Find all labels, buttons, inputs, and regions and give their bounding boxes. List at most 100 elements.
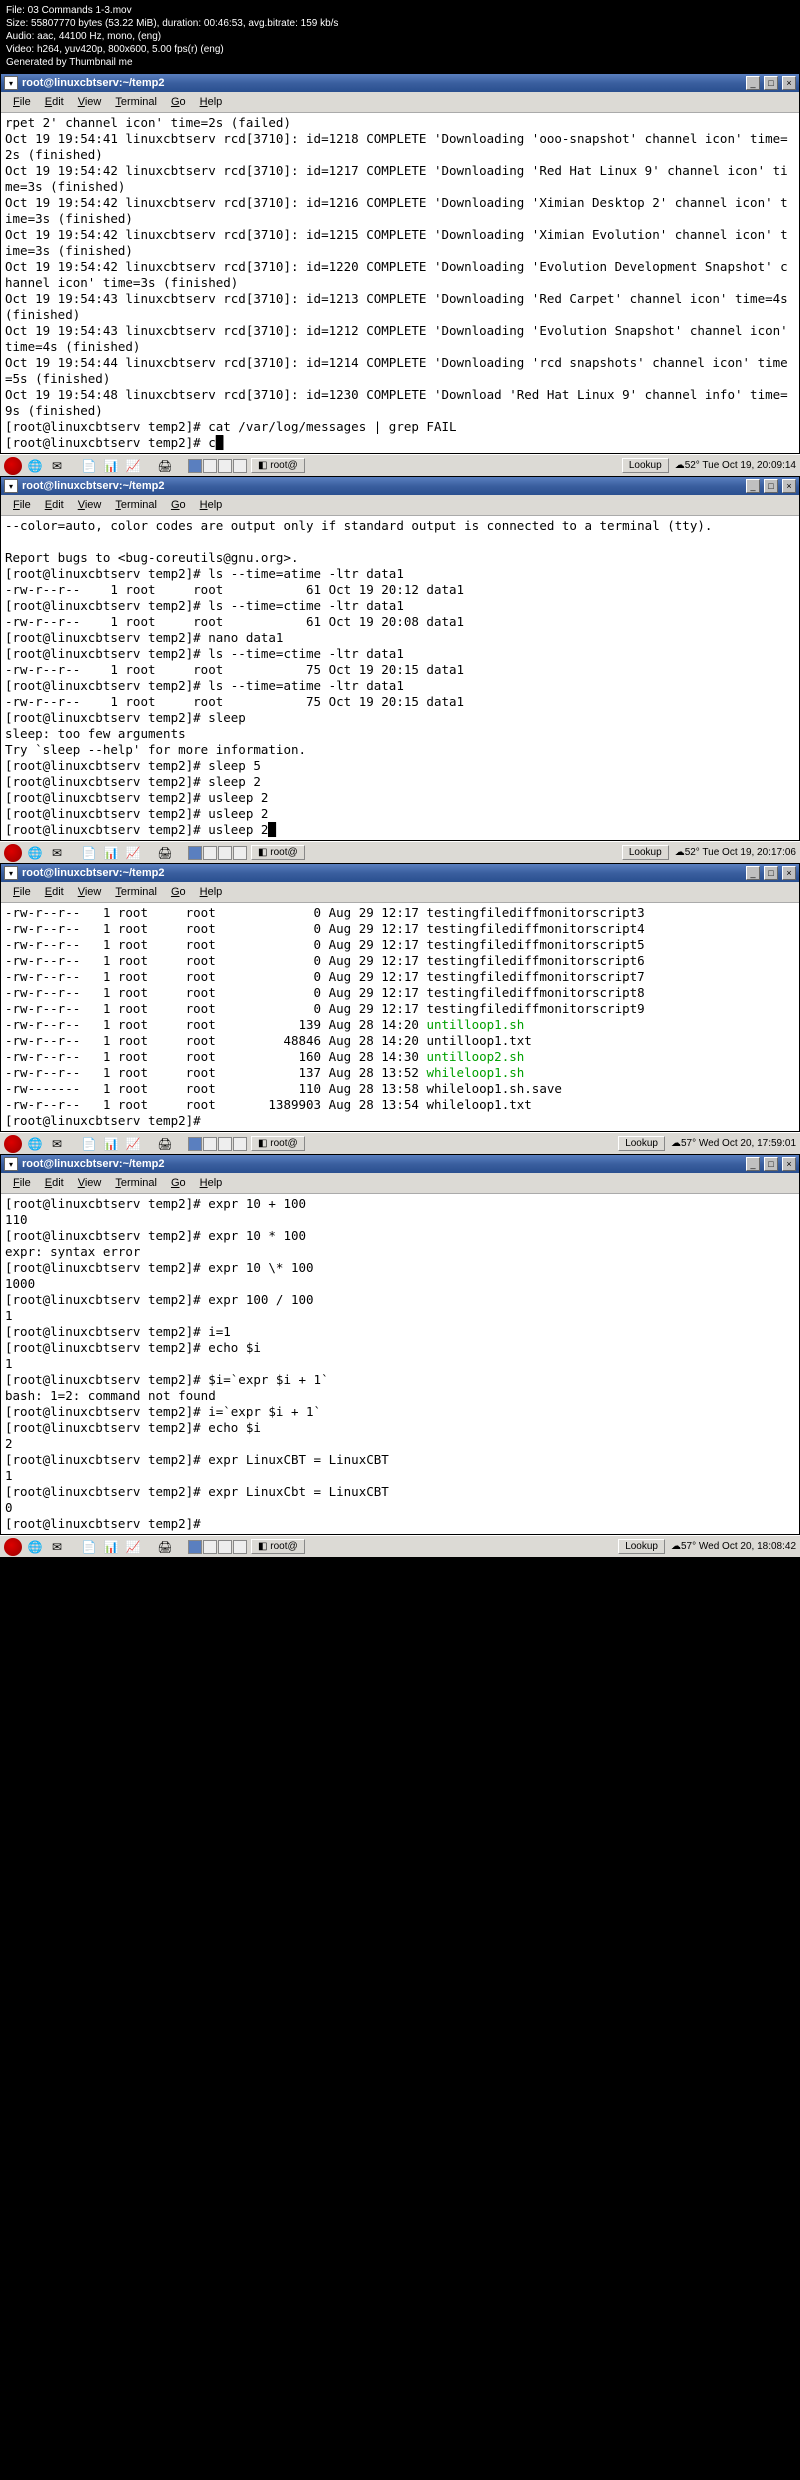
- close-button[interactable]: ×: [782, 479, 796, 493]
- close-button[interactable]: ×: [782, 1157, 796, 1171]
- menu-view[interactable]: View: [72, 1175, 108, 1191]
- menu-go[interactable]: Go: [165, 1175, 192, 1191]
- calc-icon[interactable]: 📈: [124, 844, 142, 862]
- titlebar[interactable]: ▾ root@linuxcbtserv:~/temp2 _ □ ×: [1, 1155, 799, 1173]
- office-icon[interactable]: 📄: [80, 457, 98, 475]
- lookup-button[interactable]: Lookup: [618, 1539, 665, 1554]
- redhat-icon[interactable]: [4, 1135, 22, 1153]
- impress-icon[interactable]: 📊: [102, 457, 120, 475]
- file-name: whileloop1.sh: [426, 1065, 524, 1080]
- file-name: whileloop1.txt: [426, 1097, 531, 1112]
- menu-go[interactable]: Go: [165, 884, 192, 900]
- impress-icon[interactable]: 📊: [102, 1135, 120, 1153]
- menu-go[interactable]: Go: [165, 497, 192, 513]
- menu-file[interactable]: File: [7, 497, 37, 513]
- impress-icon[interactable]: 📊: [102, 1538, 120, 1556]
- menu-help[interactable]: Help: [194, 1175, 229, 1191]
- menubar: File Edit View Terminal Go Help: [1, 92, 799, 113]
- menu-file[interactable]: File: [7, 1175, 37, 1191]
- video-meta: File: 03 Commands 1-3.mov Size: 55807770…: [0, 0, 800, 73]
- lookup-button[interactable]: Lookup: [622, 845, 669, 860]
- minimize-button[interactable]: _: [746, 479, 760, 493]
- close-button[interactable]: ×: [782, 866, 796, 880]
- browser-icon[interactable]: 🌐: [26, 844, 44, 862]
- file-name: untilloop1.sh: [426, 1017, 524, 1032]
- impress-icon[interactable]: 📊: [102, 844, 120, 862]
- terminal-output[interactable]: -rw-r--r-- 1 root root 0 Aug 29 12:17 te…: [1, 903, 799, 1131]
- browser-icon[interactable]: 🌐: [26, 1135, 44, 1153]
- mail-icon[interactable]: ✉: [48, 1538, 66, 1556]
- browser-icon[interactable]: 🌐: [26, 457, 44, 475]
- file-name: testingfilediffmonitorscript3: [426, 905, 644, 920]
- lookup-button[interactable]: Lookup: [618, 1136, 665, 1151]
- cursor-icon: █: [268, 822, 276, 837]
- terminal-output[interactable]: [root@linuxcbtserv temp2]# expr 10 + 100…: [1, 1194, 799, 1534]
- minimize-button[interactable]: _: [746, 76, 760, 90]
- menu-edit[interactable]: Edit: [39, 94, 70, 110]
- minimize-button[interactable]: _: [746, 866, 760, 880]
- terminal-output[interactable]: --color=auto, color codes are output onl…: [1, 516, 799, 840]
- browser-icon[interactable]: 🌐: [26, 1538, 44, 1556]
- calc-icon[interactable]: 📈: [124, 1538, 142, 1556]
- window-icon: ▾: [4, 76, 18, 90]
- redhat-icon[interactable]: [4, 844, 22, 862]
- task-button[interactable]: ◧ root@: [251, 845, 305, 860]
- calc-icon[interactable]: 📈: [124, 1135, 142, 1153]
- print-icon[interactable]: 🖨: [156, 844, 174, 862]
- meta-video: Video: h264, yuv420p, 800x600, 5.00 fps(…: [6, 43, 794, 56]
- window-title: root@linuxcbtserv:~/temp2: [22, 1158, 742, 1170]
- terminal-window-4: ▾ root@linuxcbtserv:~/temp2 _ □ × File E…: [0, 1154, 800, 1535]
- maximize-button[interactable]: □: [764, 1157, 778, 1171]
- titlebar[interactable]: ▾ root@linuxcbtserv:~/temp2 _ □ ×: [1, 864, 799, 882]
- menu-file[interactable]: File: [7, 94, 37, 110]
- terminal-text: [root@linuxcbtserv temp2]# expr 10 + 100…: [5, 1196, 389, 1531]
- menu-help[interactable]: Help: [194, 94, 229, 110]
- task-button[interactable]: ◧ root@: [251, 458, 305, 473]
- redhat-icon[interactable]: [4, 457, 22, 475]
- workspace-switcher[interactable]: [188, 1137, 247, 1151]
- file-name: testingfilediffmonitorscript8: [426, 985, 644, 1000]
- menu-help[interactable]: Help: [194, 884, 229, 900]
- workspace-switcher[interactable]: [188, 459, 247, 473]
- titlebar[interactable]: ▾ root@linuxcbtserv:~/temp2 _ □ ×: [1, 477, 799, 495]
- office-icon[interactable]: 📄: [80, 1135, 98, 1153]
- menu-terminal[interactable]: Terminal: [109, 1175, 163, 1191]
- menu-file[interactable]: File: [7, 884, 37, 900]
- menu-help[interactable]: Help: [194, 497, 229, 513]
- minimize-button[interactable]: _: [746, 1157, 760, 1171]
- redhat-icon[interactable]: [4, 1538, 22, 1556]
- maximize-button[interactable]: □: [764, 76, 778, 90]
- menu-view[interactable]: View: [72, 94, 108, 110]
- task-button[interactable]: ◧ root@: [251, 1136, 305, 1151]
- workspace-switcher[interactable]: [188, 1540, 247, 1554]
- print-icon[interactable]: 🖨: [156, 457, 174, 475]
- workspace-switcher[interactable]: [188, 846, 247, 860]
- close-button[interactable]: ×: [782, 76, 796, 90]
- office-icon[interactable]: 📄: [80, 1538, 98, 1556]
- menu-terminal[interactable]: Terminal: [109, 94, 163, 110]
- menu-terminal[interactable]: Terminal: [109, 884, 163, 900]
- office-icon[interactable]: 📄: [80, 844, 98, 862]
- meta-size: Size: 55807770 bytes (53.22 MiB), durati…: [6, 17, 794, 30]
- mail-icon[interactable]: ✉: [48, 457, 66, 475]
- titlebar[interactable]: ▾ root@linuxcbtserv:~/temp2 _ □ ×: [1, 74, 799, 92]
- menu-view[interactable]: View: [72, 884, 108, 900]
- mail-icon[interactable]: ✉: [48, 844, 66, 862]
- menu-edit[interactable]: Edit: [39, 497, 70, 513]
- calc-icon[interactable]: 📈: [124, 457, 142, 475]
- maximize-button[interactable]: □: [764, 479, 778, 493]
- menu-edit[interactable]: Edit: [39, 1175, 70, 1191]
- menu-terminal[interactable]: Terminal: [109, 497, 163, 513]
- terminal-output[interactable]: rpet 2' channel icon' time=2s (failed) O…: [1, 113, 799, 453]
- menu-view[interactable]: View: [72, 497, 108, 513]
- window-title: root@linuxcbtserv:~/temp2: [22, 867, 742, 879]
- lookup-button[interactable]: Lookup: [622, 458, 669, 473]
- print-icon[interactable]: 🖨: [156, 1135, 174, 1153]
- print-icon[interactable]: 🖨: [156, 1538, 174, 1556]
- file-name: testingfilediffmonitorscript9: [426, 1001, 644, 1016]
- maximize-button[interactable]: □: [764, 866, 778, 880]
- menu-go[interactable]: Go: [165, 94, 192, 110]
- mail-icon[interactable]: ✉: [48, 1135, 66, 1153]
- task-button[interactable]: ◧ root@: [251, 1539, 305, 1554]
- menu-edit[interactable]: Edit: [39, 884, 70, 900]
